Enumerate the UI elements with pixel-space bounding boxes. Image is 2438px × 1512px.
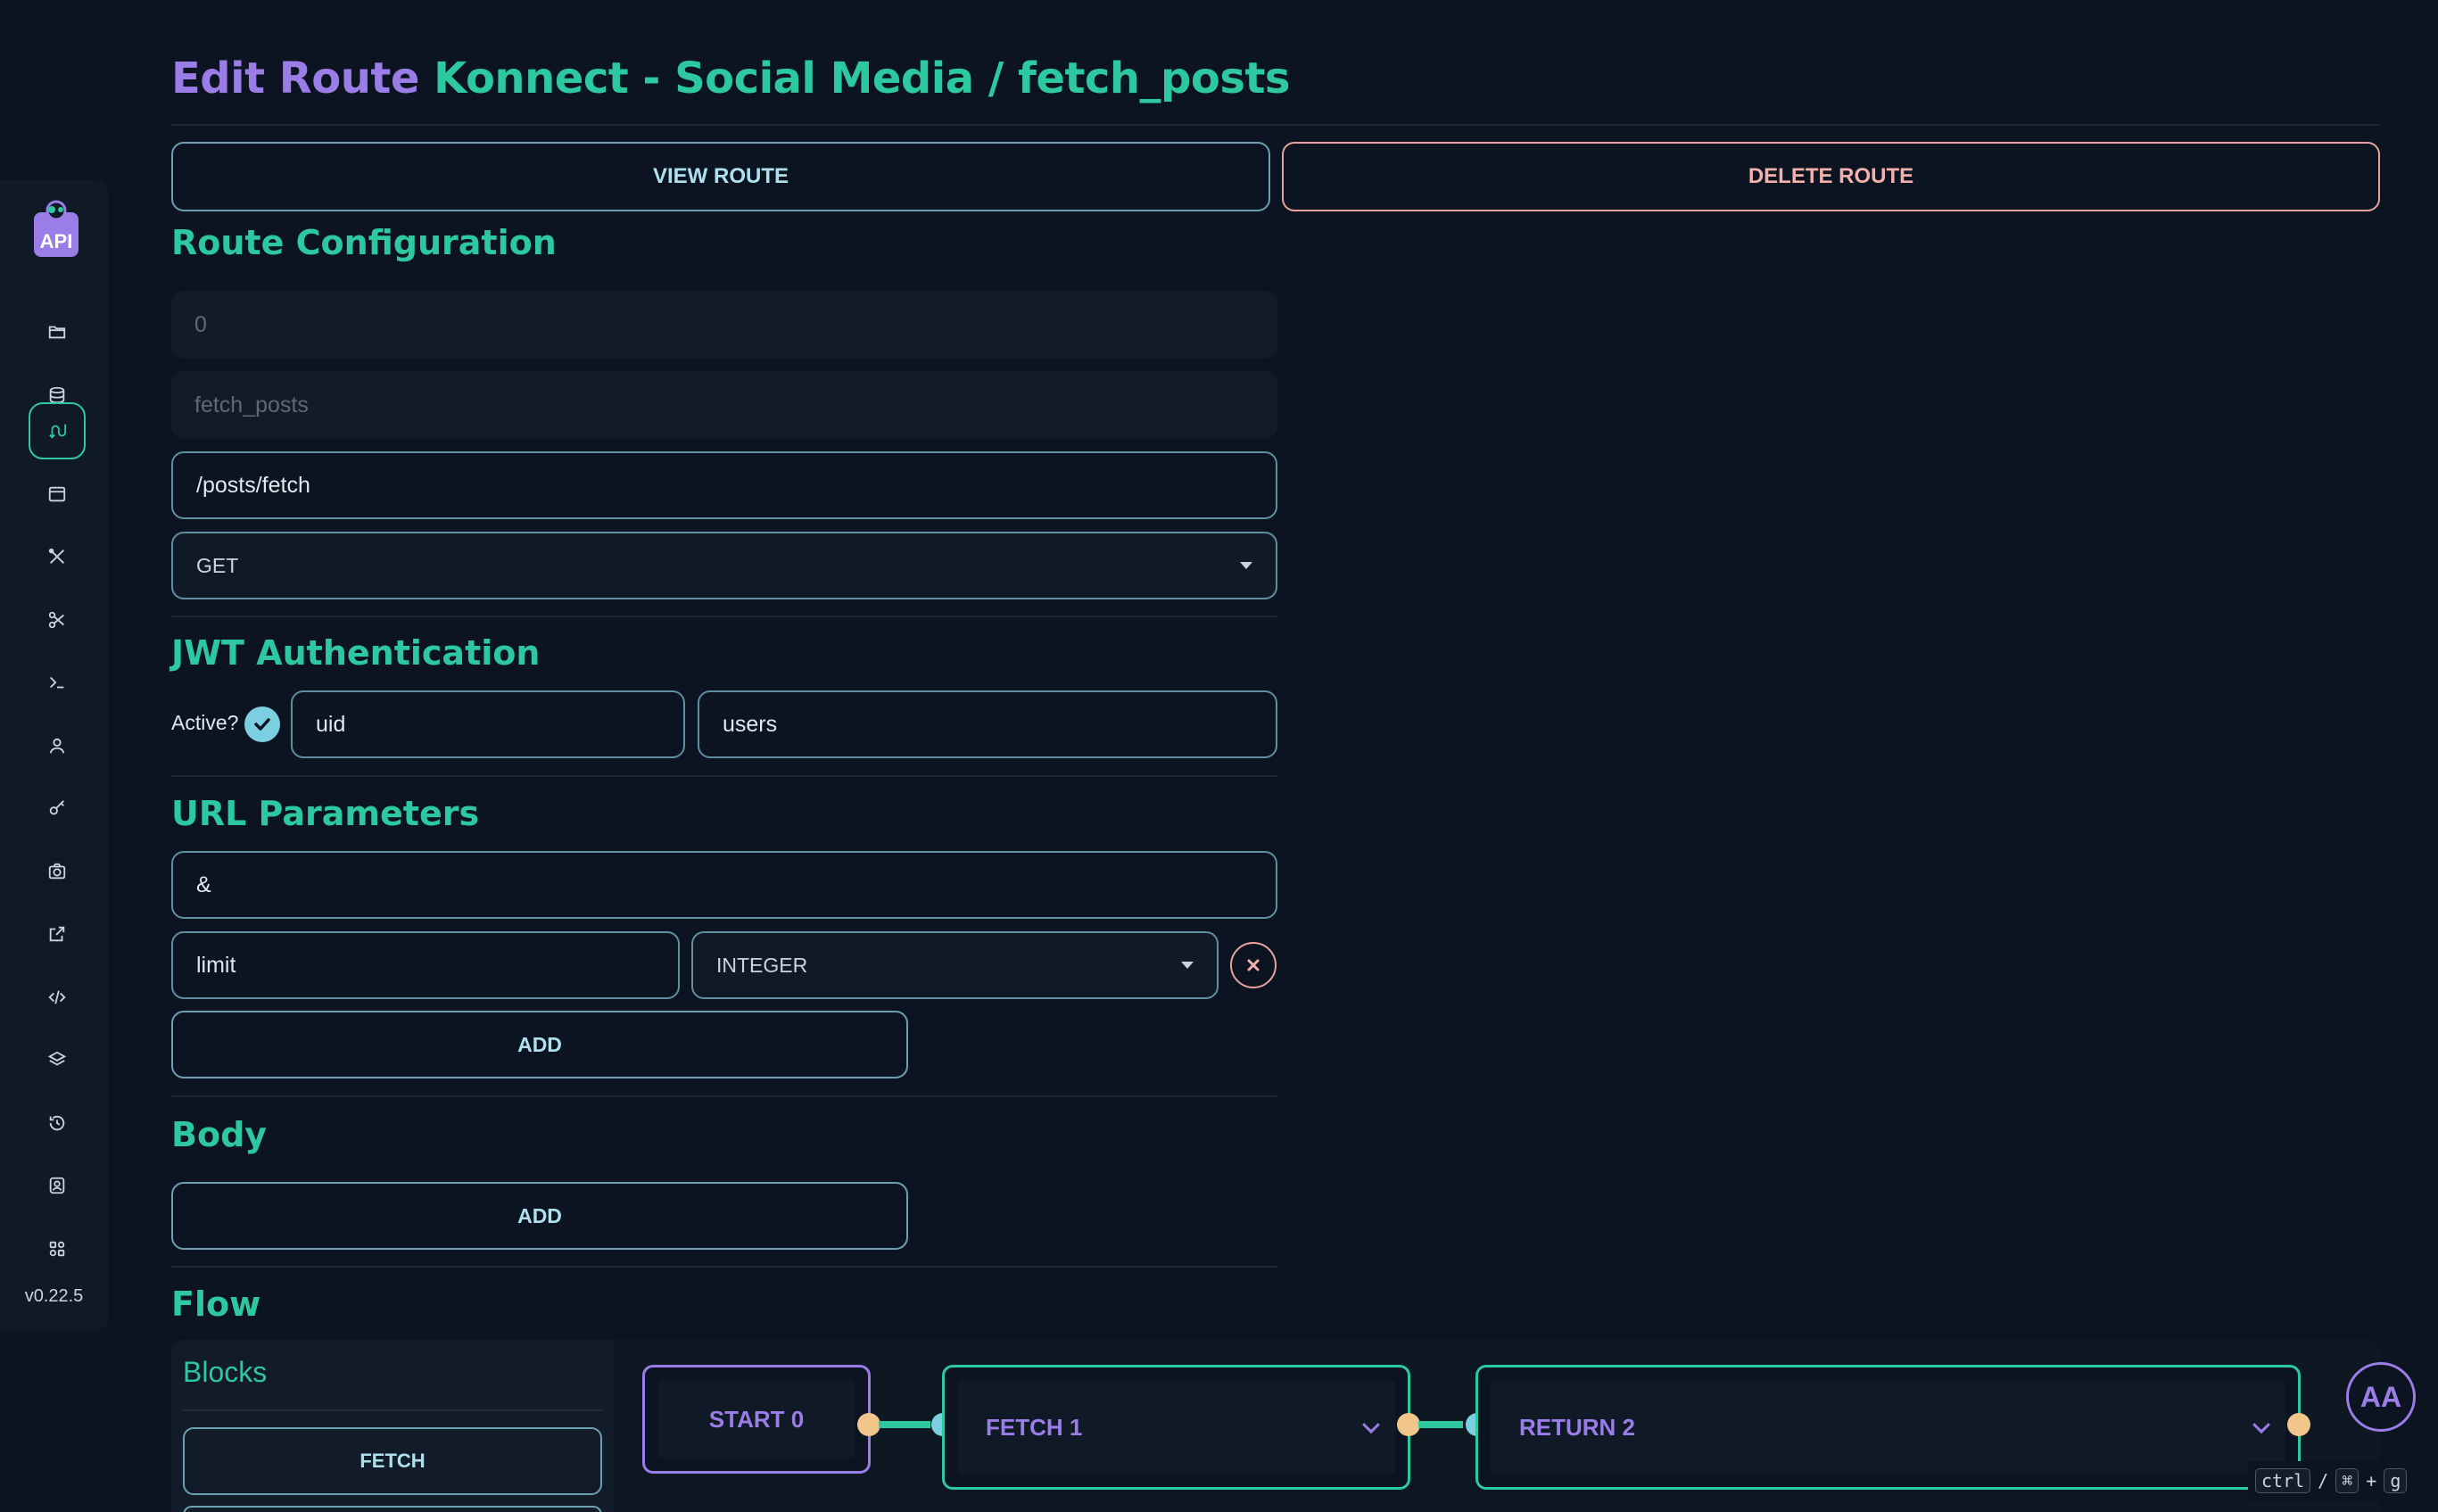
flow-node-return[interactable]: RETURN 2	[1475, 1365, 2301, 1490]
kbd-plus: +	[2366, 1470, 2377, 1491]
divider	[171, 775, 1277, 777]
add-body-button[interactable]: ADD	[171, 1182, 908, 1250]
user-icon[interactable]	[29, 717, 86, 774]
scissors-icon[interactable]	[29, 591, 86, 649]
route-icon[interactable]	[29, 402, 86, 459]
shortcut-hint: ctrl / ⌘ + g	[2248, 1461, 2438, 1500]
page-title-route: Konnect - Social Media / fetch_posts	[434, 54, 1290, 103]
blocks-title: Blocks	[183, 1356, 268, 1388]
block-next-button[interactable]	[183, 1506, 602, 1512]
flow-connection	[879, 1421, 930, 1428]
flow-connection	[1418, 1421, 1463, 1428]
output-port[interactable]	[2287, 1413, 2310, 1436]
check-icon	[254, 718, 270, 731]
svg-text:API: API	[40, 230, 73, 252]
remove-param-button[interactable]	[1230, 942, 1277, 988]
terminal-icon[interactable]	[29, 654, 86, 711]
page-title: Edit Route Konnect - Social Media / fetc…	[171, 54, 1290, 103]
divider	[171, 1095, 1277, 1097]
history-icon[interactable]	[29, 1095, 86, 1152]
route-name-field: fetch_posts	[171, 371, 1277, 439]
view-route-button[interactable]: VIEW ROUTE	[171, 142, 1270, 211]
flow-heading: Flow	[171, 1285, 261, 1324]
kbd-key: g	[2384, 1468, 2408, 1493]
jwt-active-checkbox[interactable]	[244, 706, 280, 742]
settings-icon[interactable]	[29, 1220, 86, 1277]
external-link-icon[interactable]	[29, 905, 86, 963]
layers-icon[interactable]	[29, 1031, 86, 1088]
app-version: v0.22.5	[24, 1286, 84, 1306]
route-id-field: 0	[171, 291, 1277, 359]
add-param-button[interactable]: ADD	[171, 1011, 908, 1078]
route-path-input[interactable]: /posts/fetch	[171, 451, 1277, 519]
jwt-active-label: Active?	[171, 711, 239, 734]
block-fetch-button[interactable]: FETCH	[183, 1427, 602, 1495]
divider	[171, 616, 1277, 617]
kbd-key: ctrl	[2255, 1468, 2311, 1493]
http-method-value: GET	[196, 553, 239, 577]
flow-node-fetch[interactable]: FETCH 1	[942, 1365, 1410, 1490]
close-icon	[1247, 959, 1260, 971]
code-icon[interactable]	[29, 969, 86, 1026]
camera-icon[interactable]	[29, 843, 86, 900]
user-avatar[interactable]: AA	[2346, 1362, 2416, 1432]
flow-node-label: START 0	[657, 1380, 855, 1458]
delete-route-button[interactable]: DELETE ROUTE	[1282, 142, 2380, 211]
param-name-input[interactable]: limit	[171, 931, 680, 999]
badge-icon[interactable]	[29, 1157, 86, 1214]
jwt-field-input[interactable]: uid	[291, 690, 685, 758]
param-separator-input[interactable]: &	[171, 851, 1277, 919]
output-port[interactable]	[857, 1413, 880, 1436]
tools-icon[interactable]	[29, 528, 86, 585]
http-method-select[interactable]: GET	[171, 532, 1277, 599]
kbd-key: ⌘	[2335, 1468, 2359, 1493]
page-title-prefix: Edit Route	[171, 54, 419, 103]
sidebar: API v0.22.5	[0, 180, 108, 1331]
folder-icon[interactable]	[29, 303, 86, 360]
divider	[171, 124, 2380, 126]
window-icon[interactable]	[29, 466, 86, 523]
jwt-heading: JWT Authentication	[171, 633, 541, 673]
flow-node-start[interactable]: START 0	[642, 1365, 871, 1474]
divider	[183, 1409, 602, 1411]
param-type-value: INTEGER	[716, 953, 808, 977]
divider	[171, 1266, 1277, 1268]
caret-down-icon	[1181, 962, 1194, 969]
jwt-table-input[interactable]: users	[698, 690, 1277, 758]
key-icon[interactable]	[29, 780, 86, 837]
caret-down-icon	[1240, 562, 1252, 569]
kbd-separator: /	[2318, 1470, 2329, 1491]
body-heading: Body	[171, 1115, 268, 1154]
flow-node-label: RETURN 2	[1491, 1380, 2285, 1475]
param-type-select[interactable]: INTEGER	[691, 931, 1219, 999]
api-logo[interactable]: API	[32, 200, 80, 259]
url-params-heading: URL Parameters	[171, 794, 480, 833]
route-config-heading: Route Configuration	[171, 223, 557, 262]
flow-node-label: FETCH 1	[957, 1380, 1395, 1475]
output-port[interactable]	[1397, 1413, 1420, 1436]
